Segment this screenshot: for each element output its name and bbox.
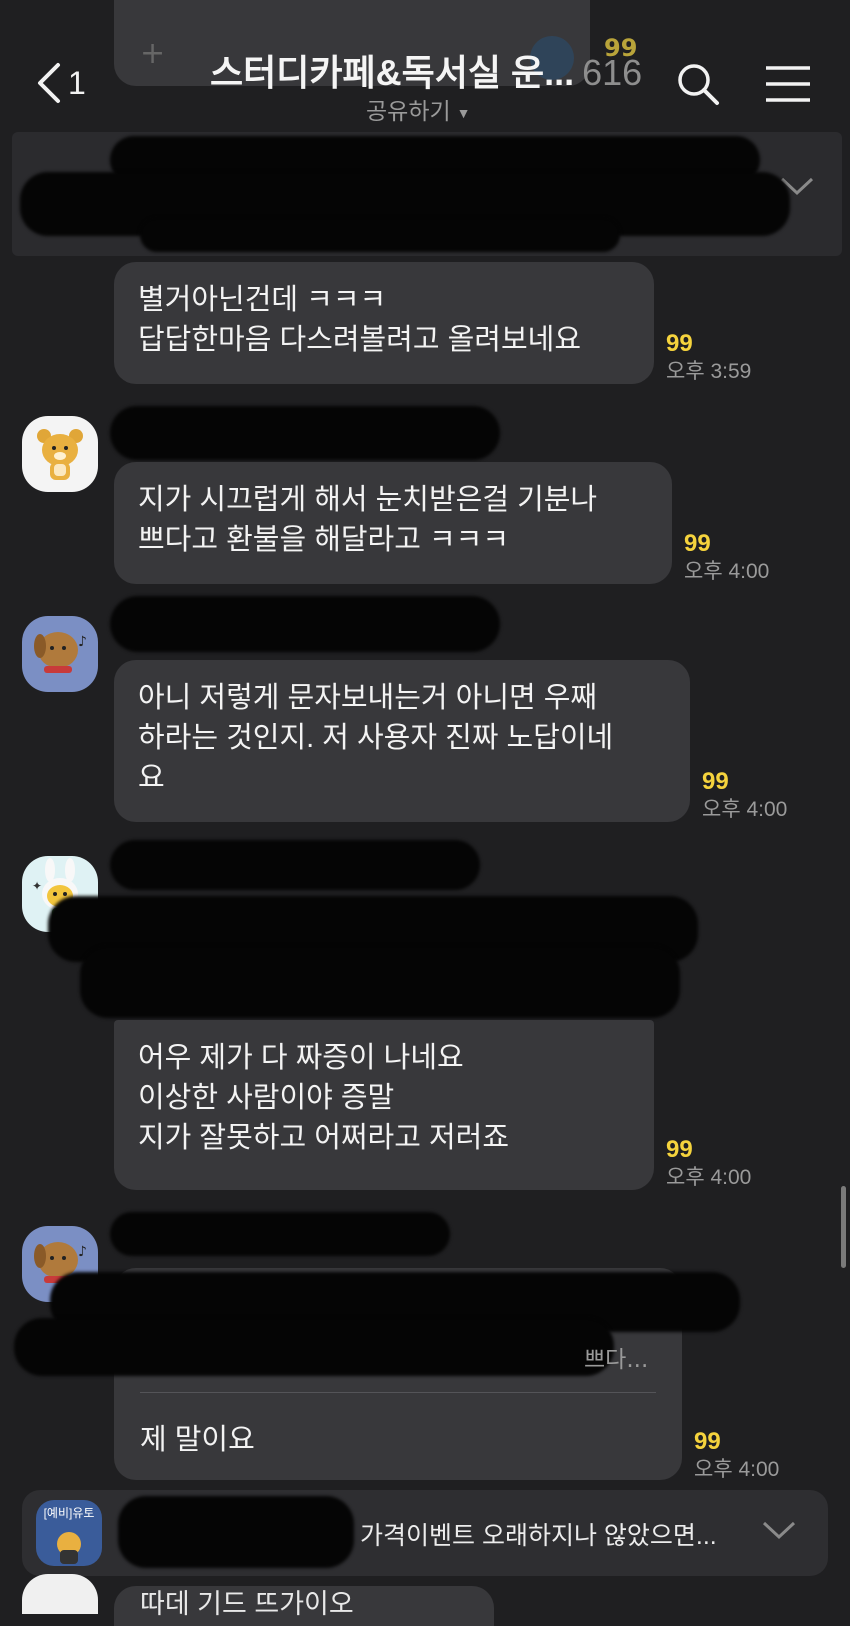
message-time: 오후 4:00 xyxy=(702,798,788,821)
message-time: 오후 4:00 xyxy=(666,1166,752,1189)
unread-count: 99 xyxy=(684,530,711,557)
reply-preview-tail: 쁘다... xyxy=(584,1347,649,1373)
svg-text:✦: ✦ xyxy=(32,879,42,893)
redaction-mark xyxy=(140,218,620,252)
dog-profile-icon: ♪ xyxy=(34,632,87,673)
redaction-mark xyxy=(110,406,500,460)
message-meta: 99 오후 4:00 xyxy=(702,768,787,824)
redaction-mark xyxy=(14,1318,614,1376)
share-dropdown[interactable]: 공유하기 ▼ xyxy=(366,92,471,126)
message-bubble[interactable]: 별거아닌건데 ㅋㅋㅋ 답답한마음 다스려볼려고 올려보네요 xyxy=(114,262,654,384)
menu-icon[interactable] xyxy=(764,64,812,104)
sender-avatar[interactable]: ♪ xyxy=(22,616,98,692)
next-message-text: 따데 기드 뜨가이오 xyxy=(140,1589,354,1619)
notification-preview: 가격이벤트 오래하지나 않았으면... xyxy=(360,1522,717,1550)
chat-title[interactable]: 스터디카페&독서실 운... 616 xyxy=(210,44,642,96)
back-button[interactable]: 1 xyxy=(34,58,94,108)
chat-title-text: 스터디카페&독서실 운... xyxy=(210,52,575,93)
chat-header: 1 스터디카페&독서실 운... 616 공유하기 ▼ xyxy=(0,0,850,130)
back-unread-count: 1 xyxy=(68,64,86,101)
message-bubble[interactable]: 어우 제가 다 짜증이 나네요 이상한 사람이야 증말 지가 잘못하고 어쩌라고… xyxy=(114,1020,654,1190)
redaction-mark xyxy=(110,596,500,652)
svg-text:♪: ♪ xyxy=(78,634,87,650)
redaction-mark xyxy=(110,1212,450,1256)
notification-avatar: [예비]유토 xyxy=(36,1500,102,1566)
next-message-avatar xyxy=(22,1574,98,1614)
message-time: 오후 3:59 xyxy=(666,360,752,383)
unread-count: 99 xyxy=(666,1136,693,1163)
message-meta: 99 오후 4:00 xyxy=(684,530,769,586)
message-meta: 99 오후 4:00 xyxy=(666,1136,751,1192)
reply-text: 제 말이요 xyxy=(140,1424,255,1456)
redaction-mark xyxy=(80,946,680,1018)
redaction-mark xyxy=(118,1496,354,1568)
message-bubble[interactable]: 지가 시끄럽게 해서 눈치받은걸 기분나 쁘다고 환불을 해달라고 ㅋㅋㅋ xyxy=(114,462,672,584)
reply-divider xyxy=(140,1392,656,1393)
search-icon[interactable] xyxy=(676,62,720,106)
unread-count: 99 xyxy=(694,1428,721,1455)
scrollbar-thumb[interactable] xyxy=(841,1186,846,1268)
message-meta: 99 오후 4:00 xyxy=(694,1428,779,1484)
redaction-mark xyxy=(110,840,480,890)
new-message-notification[interactable]: [예비]유토 가격이벤트 오래하지나 않았으면... xyxy=(22,1490,828,1576)
sender-avatar[interactable] xyxy=(22,416,98,492)
message-meta: 99 오후 3:59 xyxy=(666,330,751,386)
character-icon xyxy=(57,1532,81,1564)
caret-down-icon: ▼ xyxy=(456,104,471,121)
unread-count: 99 xyxy=(702,768,729,795)
message-time: 오후 4:00 xyxy=(684,560,770,583)
unread-count: 99 xyxy=(666,330,693,357)
chevron-left-icon xyxy=(38,63,60,103)
message-time: 오후 4:00 xyxy=(694,1458,780,1481)
share-label: 공유하기 xyxy=(366,98,451,124)
member-count: 616 xyxy=(582,52,643,93)
svg-text:♪: ♪ xyxy=(78,1244,87,1260)
chevron-down-icon[interactable] xyxy=(762,1520,796,1540)
message-bubble[interactable]: 아니 저렇게 문자보내는거 아니면 우째 하라는 것인지. 저 사용자 진짜 노… xyxy=(114,660,690,822)
bear-profile-icon xyxy=(37,429,83,480)
